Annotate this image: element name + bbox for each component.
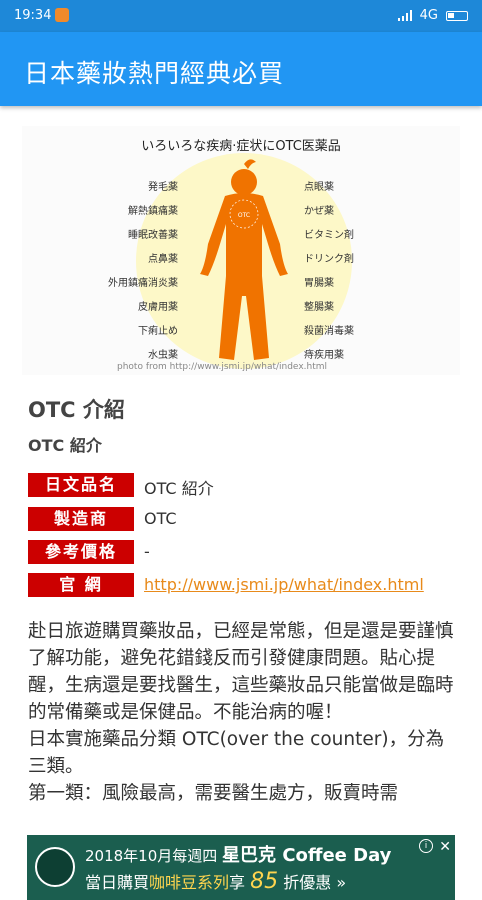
article-subtitle: OTC 紹介 — [28, 436, 102, 455]
ad-mid: 享 — [229, 873, 246, 892]
ad-suffix: 折優惠 » — [283, 873, 347, 892]
hero-left-label: 発毛薬 — [148, 180, 178, 193]
website-link[interactable]: http://www.jsmi.jp/what/index.html — [144, 575, 424, 594]
status-icons: 4G — [397, 8, 468, 23]
app-bar: 日本藥妝熱門經典必買 — [0, 32, 482, 106]
battery-icon — [446, 10, 468, 21]
hero-right-label: ドリンク剤 — [304, 252, 354, 265]
label-website: 官 網 — [28, 573, 134, 597]
ad-banner[interactable]: 2018年10月每週四 星巴克 Coffee Day 當日購買咖啡豆系列享 85… — [27, 835, 455, 900]
status-time: 19:34 — [14, 8, 52, 23]
hero-right-label: ビタミン剤 — [304, 228, 354, 241]
hero-left-label: 水虫薬 — [148, 349, 178, 361]
ad-info-icon[interactable]: i — [419, 839, 433, 853]
otc-illustration: いろいろな疾病·症状にOTC医薬品 OTC 発毛薬解熱鎮痛薬睡眠改善薬点鼻薬外用… — [108, 139, 354, 372]
status-bar: 19:34 4G — [0, 0, 482, 32]
ad-line-1: 2018年10月每週四 星巴克 Coffee Day — [85, 841, 391, 867]
notification-icon — [55, 8, 69, 22]
hero-left-label: 皮膚用薬 — [138, 300, 178, 313]
hero-left-label: 睡眠改善薬 — [128, 228, 178, 241]
hero-left-label: 解熱鎮痛薬 — [128, 204, 178, 217]
hero-center-label: OTC — [238, 212, 250, 219]
ad-prefix: 當日購買 — [85, 873, 150, 892]
hero-heading: いろいろな疾病·症状にOTC医薬品 — [141, 139, 341, 154]
ad-date: 2018年10月每週四 — [85, 847, 218, 865]
signal-icon — [397, 10, 412, 21]
hero-left-label: 点鼻薬 — [148, 252, 178, 265]
value-manufacturer: OTC — [144, 509, 177, 528]
ad-line-2: 當日購買咖啡豆系列享 85 折優惠 » — [85, 869, 346, 894]
photo-credit: photo from http://www.jsmi.jp/what/index… — [117, 362, 327, 372]
label-japanese-name: 日文品名 — [28, 473, 134, 497]
label-price: 參考價格 — [28, 540, 134, 564]
network-type: 4G — [419, 8, 438, 23]
article-title: OTC 介紹 — [28, 398, 125, 422]
hero-right-label: 整腸薬 — [304, 300, 334, 313]
article-body: 赴日旅遊購買藥妝品，已經是常態，但是還是要謹慎了解功能，避免花錯錢反而引發健康問… — [28, 618, 460, 808]
app-title: 日本藥妝熱門經典必買 — [24, 59, 285, 88]
hero-left-label: 外用鎮痛消炎薬 — [108, 276, 178, 289]
hero-image: いろいろな疾病·症状にOTC医薬品 OTC 発毛薬解熱鎮痛薬睡眠改善薬点鼻薬外用… — [22, 126, 460, 375]
value-japanese-name: OTC 紹介 — [144, 479, 214, 498]
hero-right-label: 痔疾用薬 — [304, 348, 344, 361]
body-paragraph: 第一類：風險最高，需要醫生處方，販賣時需 — [28, 783, 399, 804]
ad-highlight: 咖啡豆系列 — [149, 873, 230, 892]
hero-right-label: 殺菌消毒薬 — [304, 324, 354, 337]
starbucks-logo-icon — [35, 847, 75, 887]
hero-left-label: 下痢止め — [138, 324, 178, 337]
ad-brand: 星巴克 Coffee Day — [222, 845, 392, 866]
label-manufacturer: 製造商 — [28, 507, 134, 531]
hero-right-label: かぜ薬 — [304, 205, 334, 217]
body-paragraph: 日本實施藥品分類 OTC(over the counter)，分為三類。 — [28, 729, 445, 777]
hero-right-label: 点眼薬 — [304, 181, 334, 193]
hero-right-label: 胃腸薬 — [304, 277, 334, 289]
value-price: - — [144, 542, 150, 561]
body-paragraph: 赴日旅遊購買藥妝品，已經是常態，但是還是要謹慎了解功能，避免花錯錢反而引發健康問… — [28, 621, 454, 723]
ad-discount: 85 — [250, 869, 279, 894]
ad-close-icon[interactable]: ✕ — [439, 839, 451, 855]
